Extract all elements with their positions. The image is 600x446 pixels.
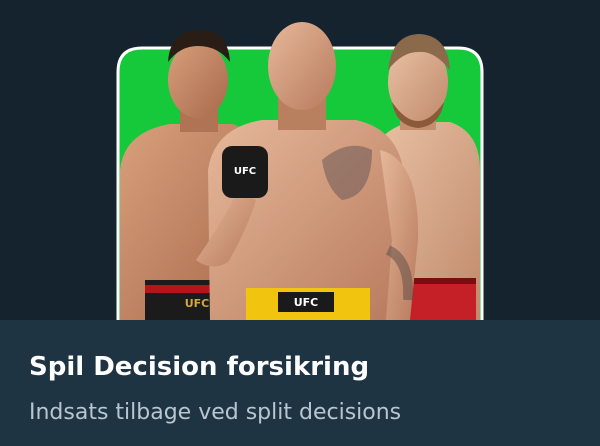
hero-image: UFC UFC UFC bbox=[0, 0, 600, 320]
promo-footer bbox=[0, 320, 600, 446]
fighters-illustration: UFC UFC UFC bbox=[116, 22, 484, 320]
ufc-logo-center: UFC bbox=[294, 296, 319, 309]
promo-subtitle: Indsats tilbage ved split decisions bbox=[29, 400, 402, 425]
ufc-logo-glove: UFC bbox=[234, 166, 256, 177]
ufc-logo-left: UFC bbox=[185, 297, 210, 310]
promo-card[interactable]: UFC UFC UFC Spil Decision forsikring Ind… bbox=[0, 0, 600, 446]
promo-title: Spil Decision forsikring bbox=[29, 352, 370, 382]
